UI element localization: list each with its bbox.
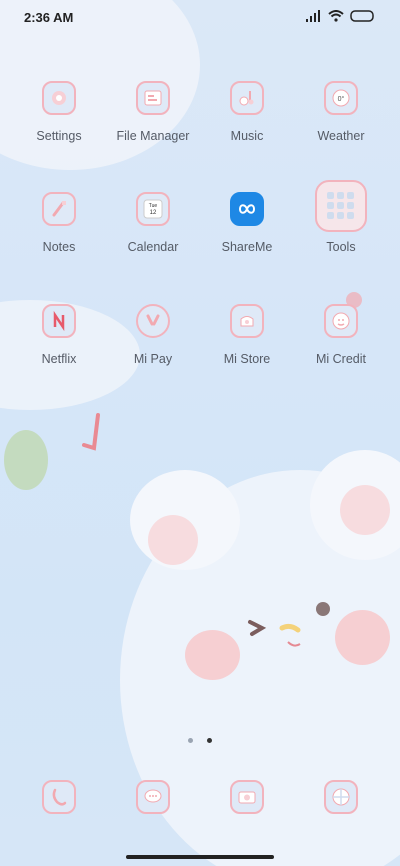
app-label: Settings (36, 129, 82, 143)
app-mi-credit[interactable]: Mi Credit (294, 304, 388, 366)
app-weather[interactable]: 0° Weather (294, 81, 388, 143)
signal-icon (306, 10, 320, 22)
phone-icon (42, 780, 76, 814)
home-indicator[interactable] (126, 855, 274, 859)
page-dot-1[interactable] (187, 738, 193, 743)
dock-phone[interactable] (12, 780, 106, 814)
app-mi-pay[interactable]: Mi Pay (106, 304, 200, 366)
svg-text:12: 12 (150, 210, 157, 216)
netflix-icon (42, 304, 76, 338)
battery-icon (350, 10, 374, 22)
app-label: File Manager (116, 129, 190, 143)
app-music[interactable]: Music (200, 81, 294, 143)
app-label: Weather (317, 129, 365, 143)
dock-camera[interactable] (200, 780, 294, 814)
app-label: Calendar (127, 240, 179, 254)
app-notes[interactable]: Notes (12, 192, 106, 254)
notes-icon (42, 192, 76, 226)
app-settings[interactable]: Settings (12, 81, 106, 143)
app-label: Netflix (41, 352, 77, 366)
svg-text:Tue: Tue (149, 203, 158, 209)
app-mi-store[interactable]: Mi Store (200, 304, 294, 366)
app-label: ShareMe (221, 240, 273, 254)
dock-messages[interactable] (106, 780, 200, 814)
mi-pay-icon (136, 304, 170, 338)
calendar-icon: Tue 12 (136, 192, 170, 226)
weather-icon: 0° (324, 81, 358, 115)
app-label: Notes (42, 240, 76, 254)
tools-folder-icon (315, 180, 367, 232)
app-file-manager[interactable]: File Manager (106, 81, 200, 143)
app-label: Mi Store (223, 352, 271, 366)
file-manager-icon (136, 81, 170, 115)
shareme-icon (230, 192, 264, 226)
wifi-icon (328, 10, 344, 22)
app-label: Tools (326, 240, 356, 254)
app-calendar[interactable]: Tue 12 Calendar (106, 192, 200, 254)
status-icons (306, 10, 376, 22)
app-label: Music (230, 129, 264, 143)
app-label: Mi Credit (315, 352, 366, 366)
page-dot-2-active[interactable] (207, 738, 213, 743)
settings-icon (42, 81, 76, 115)
app-tools-folder[interactable]: Tools (294, 180, 388, 254)
mi-credit-icon (324, 304, 358, 338)
page-indicator (0, 730, 400, 748)
browser-icon (324, 780, 358, 814)
app-netflix[interactable]: Netflix (12, 304, 106, 366)
app-shareme[interactable]: ShareMe (200, 192, 294, 254)
messages-icon (136, 780, 170, 814)
camera-icon (230, 780, 264, 814)
mi-store-icon (230, 304, 264, 338)
app-label: Mi Pay (133, 352, 173, 366)
music-icon (230, 81, 264, 115)
dock-browser[interactable] (294, 780, 388, 814)
status-time: 2:36 AM (24, 10, 74, 25)
weather-icon-text: 0° (338, 95, 345, 103)
status-bar: 2:36 AM (0, 0, 400, 36)
